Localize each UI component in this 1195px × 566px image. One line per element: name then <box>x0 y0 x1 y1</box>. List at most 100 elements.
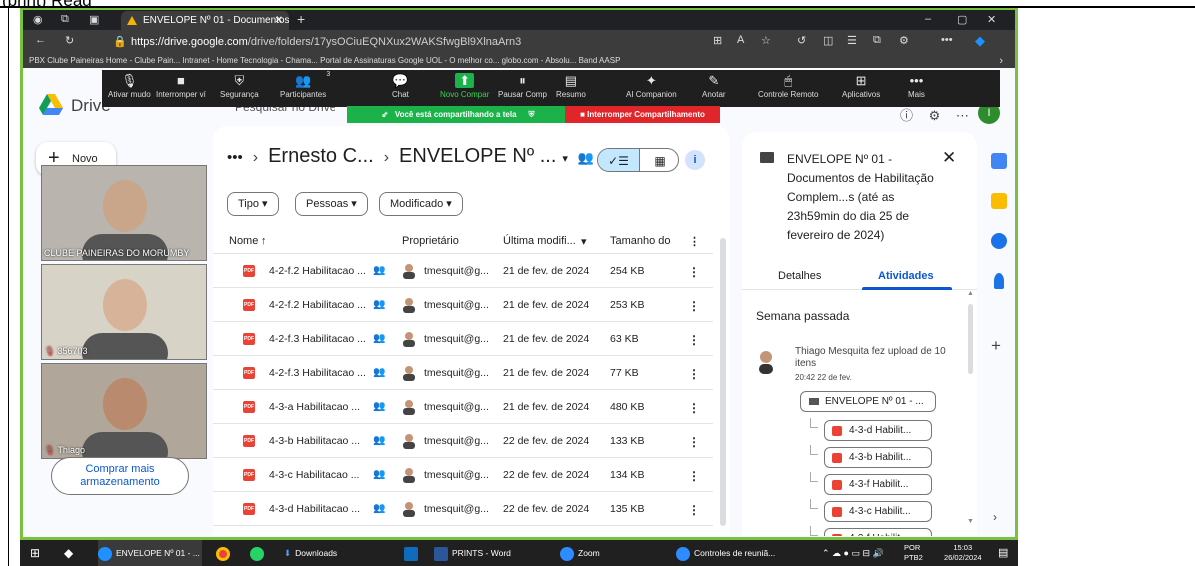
activity-file-chip[interactable]: 4-3-f Habilit... <box>824 474 932 495</box>
more-actions-icon[interactable]: ⋮ <box>688 469 700 483</box>
extensions-icon[interactable]: ⚙ <box>899 34 909 47</box>
keyboard-language[interactable]: POR PTB2 <box>904 543 923 563</box>
zoom-participants-button[interactable]: 👥 3 Participantes <box>280 70 330 107</box>
contacts-icon[interactable] <box>994 273 1004 289</box>
close-icon[interactable]: ✕ <box>942 148 956 168</box>
apps-launcher-icon[interactable]: ⋯ <box>956 108 969 123</box>
col-size[interactable]: Tamanho do <box>610 235 671 247</box>
file-list-scrollbar[interactable] <box>720 238 726 526</box>
split-screen-icon[interactable]: ◫ <box>823 34 833 47</box>
table-row[interactable]: PDF 4-2-f.2 Habilitacao ... 👥 tmesquit@g...… <box>213 288 713 322</box>
more-actions-icon[interactable]: ⋮ <box>688 333 700 347</box>
list-view-icon[interactable]: ✓☰ <box>598 149 639 171</box>
minimize-icon[interactable]: – <box>925 13 931 25</box>
new-tab-icon[interactable]: + <box>297 11 305 27</box>
zoom-ai-companion-button[interactable]: ✦ AI Companion <box>626 70 677 107</box>
taskbar-item-whatsapp[interactable] <box>250 540 268 566</box>
zoom-chat-button[interactable]: 💬 Chat <box>392 70 409 107</box>
zoom-more-button[interactable]: ••• Mais <box>908 70 925 107</box>
zoom-pause-button[interactable]: ⏸ Pausar Comp <box>498 70 547 107</box>
col-modified[interactable]: Última modifi... <box>503 235 576 247</box>
tab-actions-icon[interactable]: ▣ <box>89 13 99 26</box>
info-icon[interactable]: i <box>685 150 705 170</box>
zoom-annotate-button[interactable]: ✎ Anotar <box>702 70 726 107</box>
participant-video[interactable]: CLUBE PAINEIRAS DO MORUMBY <box>41 165 207 261</box>
table-row[interactable]: PDF 4-3-d Habilitacao ... 👥 tmesquit@g... 22… <box>213 492 713 526</box>
more-actions-icon[interactable]: ⋮ <box>688 503 700 517</box>
restore-icon[interactable]: ▢ <box>957 13 967 26</box>
file-name[interactable]: 4-2-f.2 Habilitacao ... <box>269 299 366 311</box>
apps-grid-icon[interactable]: ⊞ <box>713 34 722 47</box>
zoom-video-button[interactable]: ■ Interromper ví <box>156 70 206 107</box>
zoom-share-button[interactable]: ⬆ Novo Compar <box>440 70 489 107</box>
taskbar-item-zoom[interactable]: Zoom <box>560 540 600 566</box>
activity-folder-chip[interactable]: ENVELOPE Nº 01 - ... <box>800 391 936 412</box>
stop-sharing-button[interactable]: ■ Interromper Compartilhamento <box>565 106 720 123</box>
breadcrumb-overflow[interactable]: ••• <box>227 149 243 166</box>
tasks-icon[interactable] <box>991 233 1007 249</box>
read-aloud-icon[interactable]: A <box>737 34 744 46</box>
more-actions-icon[interactable]: ⋮ <box>688 299 700 313</box>
filter-chip[interactable]: Tipo ▾ <box>227 192 279 216</box>
table-row[interactable]: PDF 4-2-f.2 Habilitacao ... 👥 tmesquit@g...… <box>213 254 713 288</box>
taskbar-item-outlook[interactable] <box>404 540 422 566</box>
clock[interactable]: 15:03 26/02/2024 <box>944 543 982 563</box>
zoom-summary-button[interactable]: ▤ Resumo <box>556 70 586 107</box>
participant-video[interactable]: 🎙 Thiago <box>41 363 207 459</box>
table-row[interactable]: PDF 4-3-a Habilitacao ... 👥 tmesquit@g... 21… <box>213 390 713 424</box>
favorites-icon[interactable]: ☰ <box>847 34 857 47</box>
taskbar-item-downloads[interactable]: ⬇ Downloads <box>284 540 337 566</box>
file-name[interactable]: 4-3-a Habilitacao ... <box>269 401 360 413</box>
zoom-mic-button[interactable]: 🎙 Ativar mudo <box>108 70 151 107</box>
browser-pin-icon[interactable]: ◆ <box>64 540 73 566</box>
activity-file-chip[interactable]: 4-3-d Habilit... <box>824 420 932 441</box>
panel-scroll-down-icon[interactable]: ▼ <box>967 518 974 525</box>
column-options-icon[interactable]: ⋮ <box>689 235 700 248</box>
notifications-icon[interactable]: ▤ <box>998 540 1008 566</box>
add-app-icon[interactable]: + <box>991 336 1001 356</box>
reload-icon[interactable]: ↻ <box>65 34 74 47</box>
help-icon[interactable]: ⓘ <box>900 108 913 123</box>
breadcrumb-current[interactable]: ENVELOPE Nº ... <box>399 145 556 167</box>
panel-scrollbar[interactable] <box>968 304 973 374</box>
keep-icon[interactable] <box>991 193 1007 209</box>
more-actions-icon[interactable]: ⋮ <box>688 435 700 449</box>
more-actions-icon[interactable]: ⋮ <box>688 367 700 381</box>
shared-folder-icon[interactable]: 👥 <box>578 150 594 165</box>
file-name[interactable]: 4-3-c Habilitacao ... <box>269 469 359 481</box>
menu-dots-icon[interactable]: ••• <box>941 34 953 46</box>
expand-rail-icon[interactable]: › <box>993 510 997 524</box>
refresh-extension-icon[interactable]: ↺ <box>797 34 806 47</box>
taskbar-item-chrome[interactable] <box>216 540 234 566</box>
col-owner[interactable]: Proprietário <box>402 235 459 247</box>
participant-video[interactable]: 🎙 356703 <box>41 264 207 360</box>
copilot-icon[interactable]: ◆ <box>975 33 985 49</box>
table-row[interactable]: PDF 4-2-f.3 Habilitacao ... 👥 tmesquit@g...… <box>213 322 713 356</box>
back-icon[interactable]: ← <box>35 34 46 46</box>
windows-start-icon[interactable]: ⊞ <box>30 540 40 566</box>
file-name[interactable]: 4-2-f.2 Habilitacao ... <box>269 265 366 277</box>
sort-down-icon[interactable]: ▾ <box>581 235 587 248</box>
file-name[interactable]: 4-3-d Habilitacao ... <box>269 503 360 515</box>
col-name[interactable]: Nome <box>229 235 258 247</box>
taskbar-item-word[interactable]: PRINTS - Word <box>434 540 511 566</box>
more-actions-icon[interactable]: ⋮ <box>688 265 700 279</box>
file-name[interactable]: 4-3-b Habilitacao ... <box>269 435 360 447</box>
tab-activity[interactable]: Atividades <box>878 270 934 282</box>
close-window-icon[interactable]: ✕ <box>987 13 996 26</box>
workspaces-icon[interactable]: ⧉ <box>61 13 69 26</box>
sort-up-icon[interactable]: ↑ <box>261 235 267 247</box>
taskbar-item-edge[interactable]: ENVELOPE Nº 01 - ... <box>98 540 202 566</box>
profile-icon[interactable]: ◉ <box>33 13 43 26</box>
tab-details[interactable]: Detalhes <box>778 270 821 282</box>
close-tab-icon[interactable]: ✕ <box>275 11 283 30</box>
table-row[interactable]: PDF 4-2-f.3 Habilitacao ... 👥 tmesquit@g...… <box>213 356 713 390</box>
zoom-apps-button[interactable]: ⊞ Aplicativos <box>842 70 880 107</box>
collections-icon[interactable]: ⧉ <box>873 34 881 47</box>
activity-file-chip[interactable]: 4-3-b Habilit... <box>824 447 932 468</box>
zoom-shield-button[interactable]: ⛨ Segurança <box>220 70 259 107</box>
activity-file-chip[interactable]: 4-3-f Habilit... <box>824 528 932 536</box>
table-row[interactable]: PDF 4-3-c Habilitacao ... 👥 tmesquit@g... 22… <box>213 458 713 492</box>
panel-scroll-up-icon[interactable]: ▲ <box>967 290 974 297</box>
bookmarks-next-icon[interactable]: › <box>999 54 1003 68</box>
